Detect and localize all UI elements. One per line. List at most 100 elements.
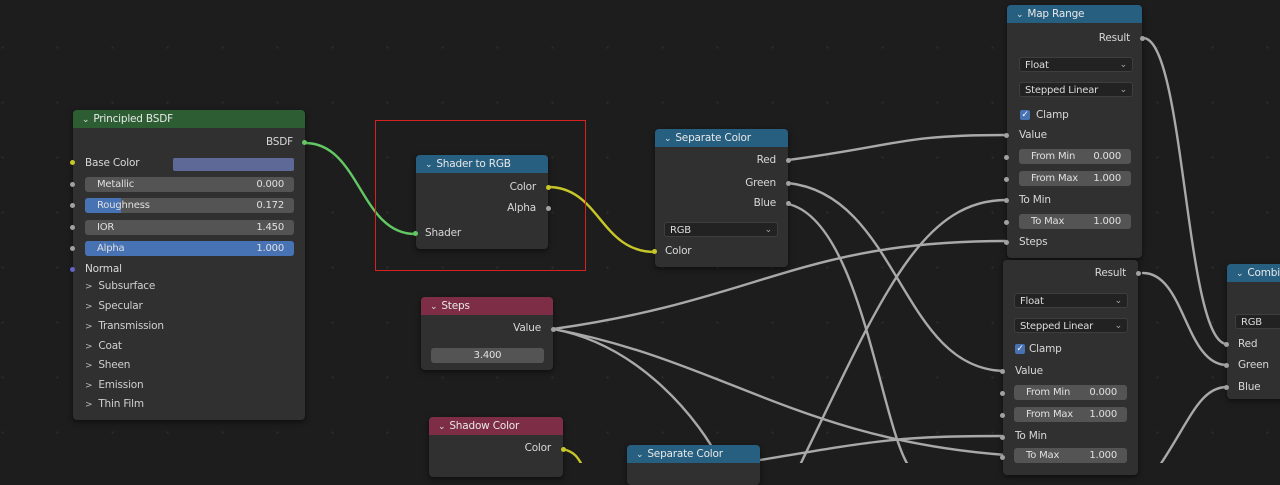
- from-min-value: 0.000: [1093, 151, 1121, 162]
- from-min-socket[interactable]: [1004, 155, 1009, 160]
- shadow-color-node[interactable]: ⌄ Shadow Color Color: [429, 417, 566, 477]
- from-min-value: 0.000: [1089, 387, 1117, 398]
- clamp-label: Clamp: [1036, 109, 1069, 121]
- value-output-label: Value: [513, 322, 541, 334]
- to-max-field[interactable]: To Max 1.000: [1014, 448, 1127, 463]
- panel-subsurface[interactable]: > Subsurface: [85, 280, 155, 292]
- panel-coat[interactable]: > Coat: [85, 340, 122, 352]
- color-output-label: Color: [524, 442, 552, 454]
- base-color-swatch[interactable]: [173, 158, 294, 171]
- panel-specular[interactable]: > Specular: [85, 300, 143, 312]
- data-type-dropdown[interactable]: Float ⌄: [1019, 57, 1133, 72]
- result-output-socket[interactable]: [1140, 36, 1145, 41]
- chevron-down-icon[interactable]: ⌄: [1016, 6, 1024, 23]
- chevron-down-icon[interactable]: ⌄: [636, 446, 644, 463]
- node-header[interactable]: ⌄ Shadow Color: [429, 417, 563, 435]
- to-max-field[interactable]: To Max 1.000: [1019, 214, 1131, 229]
- ior-socket[interactable]: [70, 225, 75, 230]
- interpolation-value: Stepped Linear: [1025, 85, 1099, 96]
- separate-color-node[interactable]: ⌄ Separate Color Red Green Blue RGB ⌄ Colo…: [652, 129, 791, 267]
- result-output-socket[interactable]: [1136, 271, 1141, 276]
- node-header[interactable]: ⌄ Combi: [1227, 264, 1280, 282]
- from-max-socket[interactable]: [1004, 177, 1009, 182]
- chevron-right-icon: >: [85, 342, 93, 352]
- alpha-field[interactable]: Alpha 1.000: [85, 241, 294, 256]
- panel-label: Coat: [98, 340, 122, 352]
- panel-thin-film[interactable]: > Thin Film: [85, 398, 144, 410]
- to-max-socket[interactable]: [1000, 455, 1005, 460]
- roughness-socket[interactable]: [70, 203, 75, 208]
- from-max-field[interactable]: From Max 1.000: [1014, 407, 1127, 422]
- steps-value-field[interactable]: 3.400: [431, 348, 544, 363]
- roughness-field[interactable]: Roughness 0.172: [85, 198, 294, 213]
- red-input-label: Red: [1238, 338, 1258, 350]
- chevron-right-icon: >: [85, 282, 93, 292]
- from-min-field[interactable]: From Min 0.000: [1019, 149, 1131, 164]
- panel-emission[interactable]: > Emission: [85, 379, 144, 391]
- steps-value: 3.400: [473, 350, 502, 361]
- from-min-label: From Min: [1031, 151, 1076, 162]
- metallic-socket[interactable]: [70, 182, 75, 187]
- from-max-field[interactable]: From Max 1.000: [1019, 171, 1131, 186]
- mode-dropdown[interactable]: RGB ⌄: [664, 222, 778, 237]
- green-output-socket[interactable]: [786, 181, 791, 186]
- green-output-label: Green: [745, 177, 776, 189]
- panel-sheen[interactable]: > Sheen: [85, 359, 130, 371]
- chevron-right-icon: >: [85, 400, 93, 410]
- from-min-field[interactable]: From Min 0.000: [1014, 385, 1127, 400]
- interpolation-dropdown[interactable]: Stepped Linear ⌄: [1014, 318, 1128, 333]
- from-min-socket[interactable]: [1000, 391, 1005, 396]
- chevron-right-icon: >: [85, 302, 93, 312]
- from-max-value: 1.000: [1089, 409, 1117, 420]
- link-sep2-to-tomin: [758, 434, 1008, 462]
- node-title: Shadow Color: [449, 420, 520, 432]
- alpha-socket[interactable]: [70, 246, 75, 251]
- ior-field[interactable]: IOR 1.450: [85, 220, 294, 235]
- node-header[interactable]: ⌄ Steps: [421, 297, 553, 315]
- mode-dropdown[interactable]: RGB: [1235, 314, 1280, 329]
- chevron-down-icon: ⌄: [1119, 60, 1128, 70]
- mode-value: RGB: [1241, 317, 1262, 328]
- map-range-node-1[interactable]: ⌄ Map Range Result Float ⌄ Stepped Linear ⌄…: [1004, 5, 1145, 258]
- red-output-socket[interactable]: [786, 158, 791, 163]
- chevron-down-icon[interactable]: ⌄: [1236, 265, 1244, 282]
- chevron-down-icon: ⌄: [1114, 321, 1123, 331]
- to-min-label: To Min: [1019, 194, 1051, 206]
- color-input-socket[interactable]: [652, 249, 657, 254]
- separate-color-node-2[interactable]: ⌄ Separate Color: [627, 445, 760, 485]
- clamp-label: Clamp: [1029, 343, 1062, 355]
- value-output-socket[interactable]: [551, 327, 556, 332]
- blue-output-socket[interactable]: [786, 201, 791, 206]
- metallic-field[interactable]: Metallic 0.000: [85, 177, 294, 192]
- node-header[interactable]: ⌄ Map Range: [1007, 5, 1142, 23]
- bsdf-output-label: BSDF: [265, 136, 293, 148]
- result-output-label: Result: [1098, 32, 1130, 44]
- chevron-down-icon[interactable]: ⌄: [438, 418, 446, 435]
- chevron-down-icon[interactable]: ⌄: [430, 298, 438, 315]
- bsdf-output-socket[interactable]: [302, 140, 307, 145]
- to-min-label: To Min: [1015, 430, 1047, 442]
- from-max-value: 1.000: [1093, 173, 1121, 184]
- chevron-down-icon[interactable]: ⌄: [82, 111, 90, 128]
- principled-bsdf-node[interactable]: ⌄ Principled BSDF BSDF Base Color Metalli…: [70, 110, 307, 420]
- data-type-dropdown[interactable]: Float ⌄: [1014, 293, 1128, 308]
- interpolation-dropdown[interactable]: Stepped Linear ⌄: [1019, 82, 1133, 97]
- data-type-value: Float: [1020, 296, 1044, 307]
- color-output-socket[interactable]: [561, 447, 566, 452]
- chevron-down-icon[interactable]: ⌄: [664, 130, 672, 147]
- steps-value-node[interactable]: ⌄ Steps Value 3.400: [421, 297, 556, 370]
- combine-color-node[interactable]: ⌄ Combi RGB Red Green Blue: [1224, 264, 1280, 399]
- green-input-label: Green: [1238, 359, 1269, 371]
- alpha-value: 1.000: [256, 243, 284, 254]
- node-header[interactable]: ⌄ Separate Color: [655, 129, 788, 147]
- value-input-label: Value: [1019, 129, 1047, 141]
- to-max-socket[interactable]: [1004, 220, 1009, 225]
- from-max-socket[interactable]: [1000, 413, 1005, 418]
- panel-transmission[interactable]: > Transmission: [85, 320, 164, 332]
- panel-label: Thin Film: [98, 398, 144, 410]
- node-title: Separate Color: [647, 448, 723, 460]
- node-header[interactable]: ⌄ Separate Color: [627, 445, 760, 463]
- link-result2-to-green: [1141, 271, 1229, 367]
- map-range-node-2[interactable]: Result Float ⌄ Stepped Linear ⌄ ✓ Clamp Va…: [1000, 260, 1141, 475]
- node-header[interactable]: ⌄ Principled BSDF: [73, 110, 305, 128]
